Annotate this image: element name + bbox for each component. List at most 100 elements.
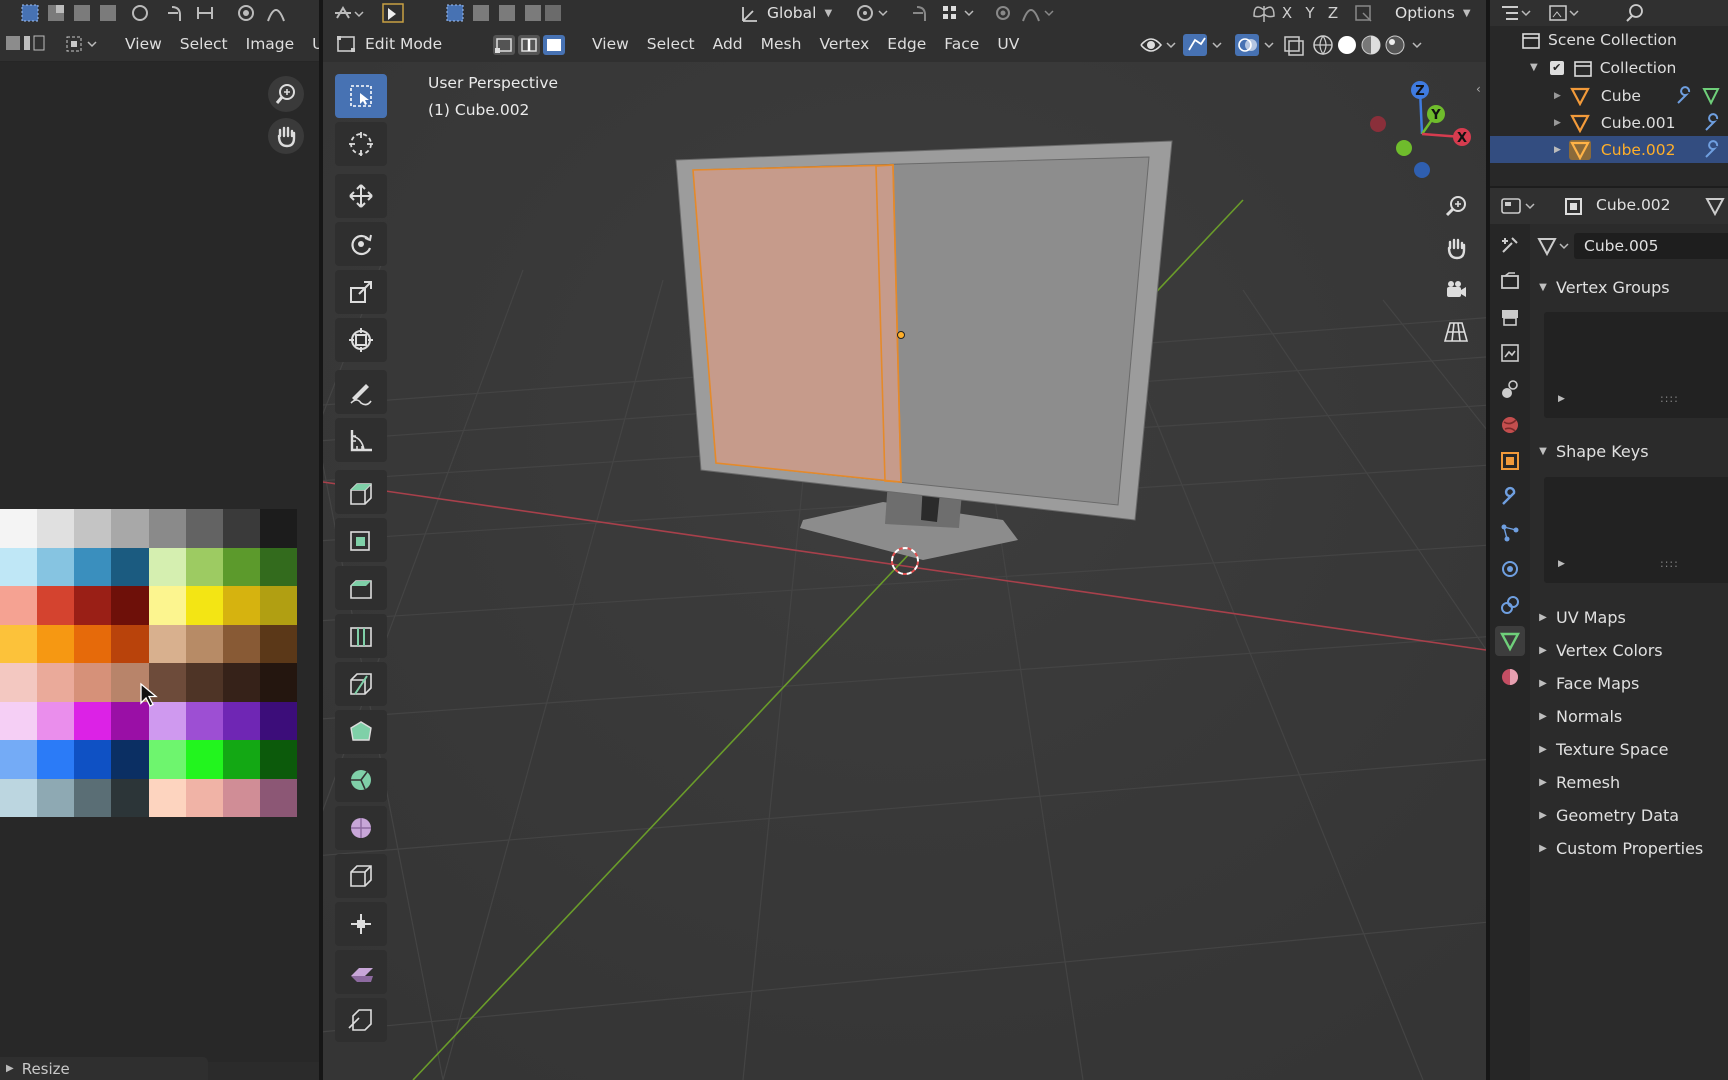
expand-triangle-icon[interactable]: ▶ — [1554, 91, 1561, 101]
palette-swatch[interactable] — [259, 778, 297, 817]
shear-tool[interactable] — [335, 950, 387, 994]
palette-swatch[interactable] — [259, 740, 297, 779]
3d-viewport[interactable] — [323, 0, 1486, 1080]
menu-select[interactable]: Select — [638, 31, 704, 57]
outliner-object-cube-001[interactable]: ▶ Cube.001 — [1490, 109, 1728, 136]
sidebar-toggle-chevron-icon[interactable]: ‹ — [1476, 82, 1481, 96]
palette-swatch[interactable] — [74, 778, 112, 817]
shape-keys-list[interactable]: ▶ :::: — [1544, 477, 1728, 583]
palette-swatch[interactable] — [74, 740, 112, 779]
palette-swatch[interactable] — [259, 701, 297, 740]
zoom-icon[interactable] — [1438, 188, 1474, 224]
palette-swatch[interactable] — [111, 778, 149, 817]
outliner-header-icons[interactable] — [1500, 3, 1610, 23]
scale-tool[interactable] — [335, 270, 387, 314]
options-dropdown[interactable]: Options ▼ — [1395, 0, 1471, 26]
menu-mesh[interactable]: Mesh — [752, 31, 811, 57]
palette-swatch[interactable] — [259, 547, 297, 586]
vertex-edge-face-select-icons[interactable] — [491, 32, 569, 58]
shrink-fatten-tool[interactable] — [335, 902, 387, 946]
color-palette[interactable] — [0, 509, 297, 817]
tab-output[interactable] — [1495, 302, 1525, 332]
select-box-tool[interactable] — [335, 74, 387, 118]
annotate-tool[interactable] — [335, 370, 387, 414]
extrude-tool[interactable] — [335, 470, 387, 514]
view-mode-icon[interactable] — [64, 34, 100, 54]
palette-swatch[interactable] — [259, 624, 297, 663]
palette-swatch[interactable] — [148, 740, 186, 779]
tab-object[interactable] — [1495, 446, 1525, 476]
vertex-groups-list[interactable]: ▶ :::: — [1544, 312, 1728, 418]
palette-swatch[interactable] — [148, 624, 186, 663]
tab-world[interactable] — [1495, 410, 1525, 440]
tab-modifiers[interactable] — [1495, 482, 1525, 512]
panel-vertex-colors[interactable]: ▶ Vertex Colors — [1530, 635, 1728, 665]
panel-texture-space[interactable]: ▶ Texture Space — [1530, 734, 1728, 764]
panel-remesh[interactable]: ▶ Remesh — [1530, 767, 1728, 797]
palette-swatch[interactable] — [111, 509, 149, 548]
panel-uv-maps[interactable]: ▶ UV Maps — [1530, 602, 1728, 632]
palette-swatch[interactable] — [259, 663, 297, 702]
palette-swatch[interactable] — [222, 509, 260, 548]
panel-shape-keys[interactable]: ▼ Shape Keys — [1530, 436, 1728, 466]
zoom-icon[interactable] — [268, 76, 304, 112]
panel-custom-properties[interactable]: ▶ Custom Properties — [1530, 833, 1728, 863]
rip-region-tool[interactable] — [335, 998, 387, 1042]
outliner-object-cube-002[interactable]: ▶ Cube.002 — [1490, 136, 1728, 163]
menu-edge[interactable]: Edge — [878, 31, 935, 57]
palette-swatch[interactable] — [37, 586, 75, 625]
outliner-scene-collection[interactable]: Scene Collection — [1490, 26, 1728, 53]
palette-swatch[interactable] — [0, 547, 38, 586]
tab-material[interactable] — [1495, 662, 1525, 692]
palette-swatch[interactable] — [148, 778, 186, 817]
loop-cut-tool[interactable] — [335, 614, 387, 658]
transform-tool[interactable] — [335, 318, 387, 362]
palette-swatch[interactable] — [111, 586, 149, 625]
tab-physics[interactable] — [1495, 554, 1525, 584]
panel-vertex-groups[interactable]: ▼ Vertex Groups — [1530, 272, 1728, 302]
poly-build-tool[interactable] — [335, 710, 387, 754]
tab-view-layer[interactable] — [1495, 338, 1525, 368]
palette-swatch[interactable] — [222, 778, 260, 817]
axis-lock-z[interactable]: Z — [1323, 2, 1343, 24]
camera-view-icon[interactable] — [1438, 272, 1474, 308]
palette-swatch[interactable] — [37, 547, 75, 586]
list-resize-grip-icon[interactable]: :::: — [1660, 557, 1679, 570]
palette-swatch[interactable] — [37, 778, 75, 817]
menu-face[interactable]: Face — [935, 31, 988, 57]
palette-swatch[interactable] — [0, 701, 38, 740]
palette-swatch[interactable] — [74, 547, 112, 586]
list-expand-icon[interactable]: ▶ — [1558, 559, 1565, 569]
palette-swatch[interactable] — [74, 701, 112, 740]
palette-swatch[interactable] — [259, 586, 297, 625]
palette-swatch[interactable] — [74, 586, 112, 625]
move-tool[interactable] — [335, 174, 387, 218]
palette-swatch[interactable] — [0, 624, 38, 663]
palette-swatch[interactable] — [185, 624, 223, 663]
inset-tool[interactable] — [335, 518, 387, 562]
spin-tool[interactable] — [335, 758, 387, 802]
palette-swatch[interactable] — [185, 663, 223, 702]
rotate-tool[interactable] — [335, 222, 387, 266]
perspective-grid-icon[interactable] — [1438, 314, 1474, 350]
last-operator-panel[interactable]: ▶ Resize — [0, 1057, 208, 1080]
palette-swatch[interactable] — [37, 509, 75, 548]
palette-swatch[interactable] — [148, 586, 186, 625]
tab-scene[interactable] — [1495, 374, 1525, 404]
pan-hand-icon[interactable] — [1438, 230, 1474, 266]
transform-orientation-dropdown[interactable]: Global ▼ — [739, 0, 832, 26]
outliner-collection[interactable]: ▼ ✔ Collection — [1490, 54, 1728, 81]
expand-triangle-icon[interactable]: ▶ — [1554, 145, 1561, 155]
palette-swatch[interactable] — [37, 663, 75, 702]
axis-lock-y[interactable]: Y — [1300, 2, 1320, 24]
menu-add[interactable]: Add — [704, 31, 752, 57]
select-mode-icons[interactable] — [20, 3, 120, 23]
knife-tool[interactable] — [335, 662, 387, 706]
menu-image[interactable]: Image — [237, 31, 304, 57]
panel-geometry-data[interactable]: ▶ Geometry Data — [1530, 800, 1728, 830]
palette-swatch[interactable] — [185, 586, 223, 625]
palette-swatch[interactable] — [185, 509, 223, 548]
smooth-tool[interactable] — [335, 806, 387, 850]
palette-swatch[interactable] — [0, 663, 38, 702]
modifier-wrench-icon[interactable] — [1674, 85, 1722, 106]
